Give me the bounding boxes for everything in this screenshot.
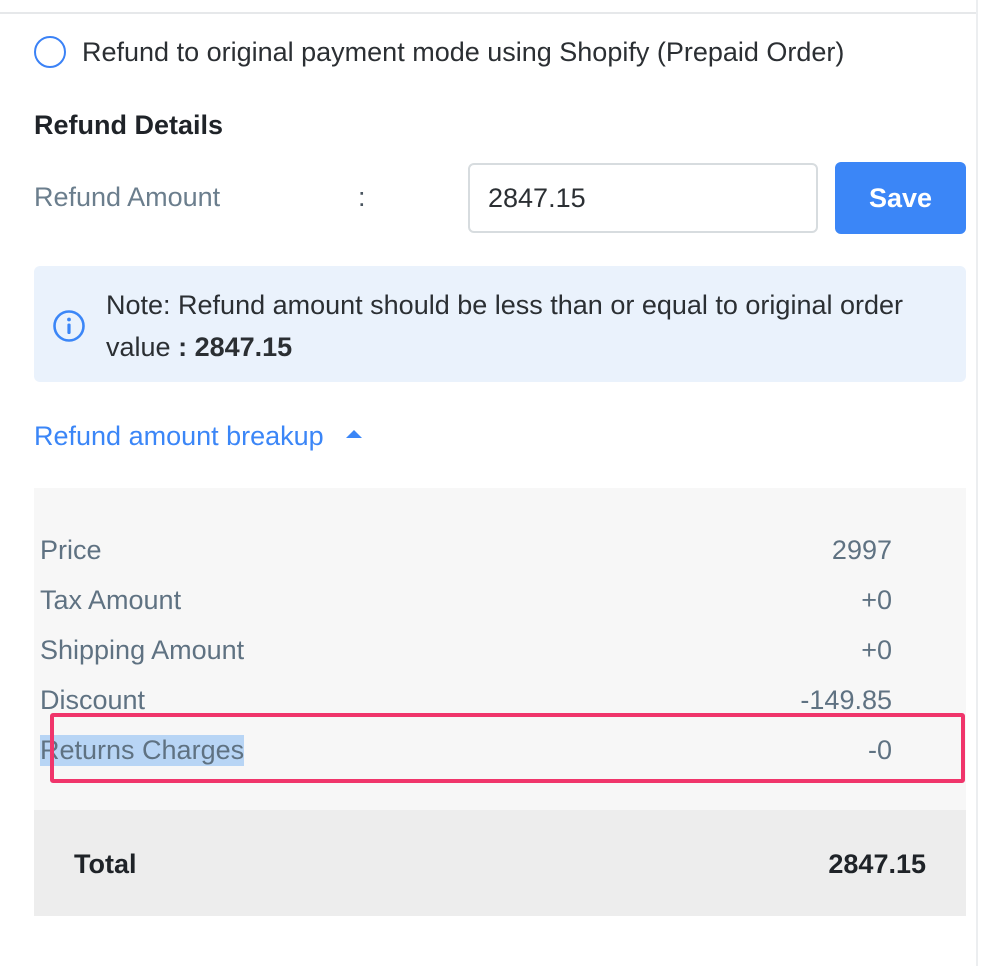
total-value: 2847.15: [828, 848, 926, 879]
row-label: Price: [40, 534, 102, 565]
row-value: +0: [861, 584, 892, 615]
refund-original-payment-option[interactable]: Refund to original payment mode using Sh…: [34, 34, 844, 70]
breakup-row-returns-charges: Returns Charges -0: [40, 730, 892, 770]
row-label: Tax Amount: [40, 584, 182, 615]
row-value: -0: [867, 734, 892, 765]
radio-button[interactable]: [34, 36, 66, 68]
breakup-row-shipping: Shipping Amount +0: [40, 630, 892, 670]
label-separator: :: [358, 182, 366, 212]
refund-breakup-toggle[interactable]: Refund amount breakup: [34, 418, 362, 454]
refund-amount-input[interactable]: [468, 163, 818, 233]
row-label: Returns Charges: [40, 734, 245, 766]
row-label: Shipping Amount: [40, 634, 245, 665]
refund-amount-label: Refund Amount: [34, 182, 221, 212]
breakup-toggle-label: Refund amount breakup: [34, 420, 324, 451]
refund-panel: Refund to original payment mode using Sh…: [0, 0, 986, 966]
breakup-row-price: Price 2997: [40, 530, 892, 570]
refund-details-title: Refund Details: [34, 110, 224, 140]
top-divider: [0, 12, 976, 14]
breakup-row-tax: Tax Amount +0: [40, 580, 892, 620]
note-text: Note: Refund amount should be less than …: [106, 284, 946, 368]
total-label: Total: [74, 848, 137, 879]
row-label: Discount: [40, 684, 146, 715]
note-value-prefix: :: [178, 332, 195, 362]
note-value: : 2847.15: [178, 332, 292, 362]
row-value: 2997: [831, 534, 892, 565]
refund-note: Note: Refund amount should be less than …: [34, 266, 966, 382]
row-value: +0: [861, 634, 892, 665]
note-value-amount: 2847.15: [194, 332, 293, 362]
caret-up-icon: [345, 430, 362, 438]
save-button[interactable]: Save: [835, 162, 966, 234]
radio-label: Refund to original payment mode using Sh…: [82, 36, 845, 67]
panel-border: [976, 0, 978, 966]
row-value: -149.85: [800, 684, 892, 715]
breakup-total-row: Total 2847.15: [74, 844, 926, 884]
breakup-row-discount: Discount -149.85: [40, 680, 892, 720]
info-icon: [53, 310, 85, 342]
